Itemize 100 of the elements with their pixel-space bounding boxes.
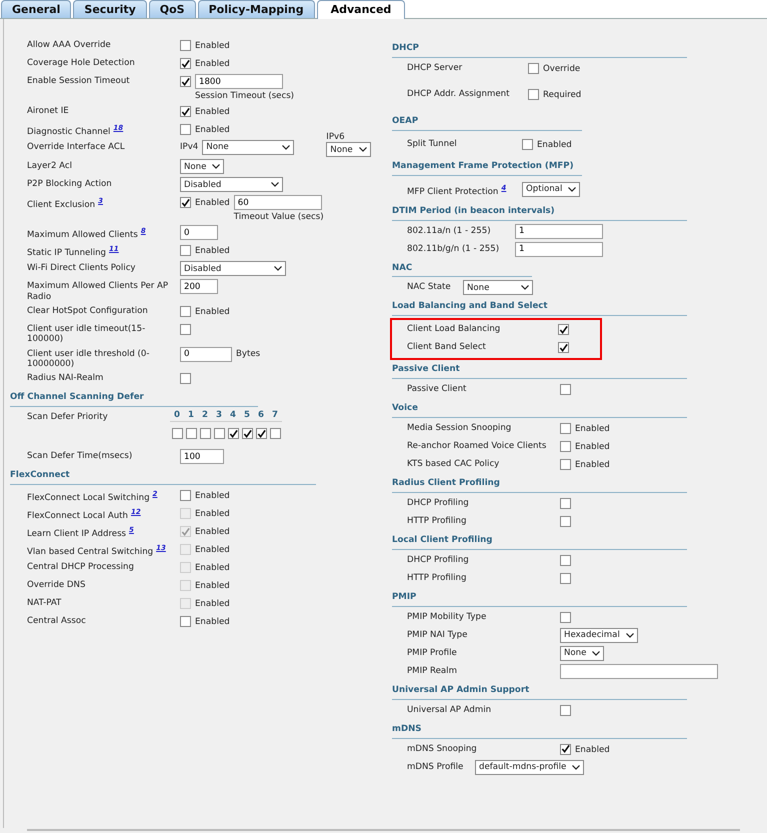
dropdown[interactable]: None — [202, 140, 294, 155]
field-label: Maximum Allowed Clients — [27, 230, 138, 240]
checkbox[interactable] — [560, 612, 571, 623]
checkbox[interactable] — [180, 324, 191, 335]
checkbox[interactable] — [560, 516, 571, 528]
tab[interactable]: General — [1, 0, 72, 18]
field-label: Static IP Tunneling — [27, 248, 106, 258]
field-label: Universal AP Admin — [407, 704, 492, 715]
caret-icon — [568, 186, 576, 192]
checkbox[interactable] — [560, 459, 571, 470]
tab[interactable]: Advanced — [316, 0, 406, 19]
checkbox[interactable] — [522, 138, 533, 150]
checkbox-label: Override — [543, 62, 580, 74]
checkbox[interactable] — [180, 58, 191, 69]
checkbox[interactable] — [214, 428, 224, 440]
caret-icon — [592, 650, 600, 656]
priority-number: 0 — [170, 410, 184, 422]
checkbox[interactable] — [560, 704, 571, 716]
checkbox[interactable] — [558, 342, 569, 354]
checkbox[interactable] — [172, 428, 182, 440]
section-heading: Passive Client — [392, 360, 687, 380]
input-field[interactable]: 1 — [515, 242, 603, 257]
caret-icon — [358, 147, 367, 152]
checkbox[interactable] — [180, 197, 191, 208]
caret-icon — [282, 145, 290, 150]
section-heading: mDNS — [392, 720, 687, 739]
checkbox[interactable] — [180, 373, 191, 384]
checkbox[interactable] — [242, 428, 252, 440]
footnote-link[interactable]: 5 — [129, 526, 134, 534]
checkbox[interactable] — [180, 40, 191, 51]
footnote-link[interactable]: 4 — [501, 184, 506, 192]
checkbox-label: Enabled — [195, 508, 230, 520]
dropdown[interactable]: None — [326, 142, 371, 158]
footnote-link[interactable]: 13 — [156, 544, 166, 552]
input-field[interactable]: 0 — [180, 346, 232, 362]
field-label: Override Interface ACL — [27, 142, 125, 152]
dropdown[interactable]: None — [463, 280, 533, 296]
checkbox[interactable] — [560, 554, 571, 566]
checkbox[interactable] — [270, 428, 280, 440]
dropdown[interactable]: None — [180, 159, 224, 174]
field-label: Client Exclusion — [27, 200, 96, 210]
checkbox-label: Enabled — [195, 124, 230, 136]
dropdown[interactable]: Disabled — [180, 261, 286, 276]
checkbox[interactable] — [256, 428, 266, 440]
checkbox[interactable] — [560, 572, 571, 584]
input-field[interactable] — [560, 664, 718, 679]
dropdown[interactable]: Hexadecimal — [560, 628, 638, 643]
checkbox[interactable] — [180, 616, 191, 628]
checkbox-label: Enabled — [575, 744, 610, 755]
section-heading: DTIM Period (in beacon intervals) — [392, 202, 687, 221]
checkbox[interactable] — [558, 324, 569, 336]
checkbox[interactable] — [560, 423, 571, 434]
dropdown[interactable]: Optional — [522, 182, 580, 197]
checkbox-label: Enabled — [575, 441, 610, 452]
checkbox-label: Enabled — [575, 423, 610, 434]
checkbox[interactable] — [200, 428, 210, 440]
footnote-link[interactable]: 12 — [130, 508, 141, 516]
checkbox[interactable] — [180, 124, 191, 135]
checkbox[interactable] — [180, 245, 191, 256]
footnote-link[interactable]: 11 — [109, 245, 119, 254]
checkbox[interactable] — [560, 498, 571, 510]
tab[interactable]: Security — [73, 0, 147, 18]
checkbox[interactable] — [560, 744, 571, 755]
checkbox[interactable] — [180, 106, 191, 117]
field-label: NAT-PAT — [27, 598, 62, 608]
checkbox-label: Enabled — [195, 544, 230, 556]
checkbox[interactable] — [560, 441, 571, 452]
checkbox[interactable] — [228, 428, 238, 440]
field-label: Maximum Allowed Clients Per AP Radio — [27, 281, 168, 302]
checkbox[interactable] — [528, 62, 539, 74]
field-label: Client user idle timeout(15-100000) — [27, 324, 146, 344]
tab[interactable]: QoS — [148, 0, 196, 18]
field-label: Clear HotSpot Configuration — [27, 306, 148, 316]
input-field[interactable]: 1800 — [195, 74, 283, 89]
caret-icon — [572, 764, 580, 770]
checkbox[interactable] — [186, 428, 196, 440]
input-field[interactable]: 60 — [234, 195, 322, 210]
input-field[interactable]: 200 — [180, 279, 218, 294]
checkbox[interactable] — [560, 384, 571, 396]
dropdown[interactable]: None — [560, 646, 604, 661]
input-field[interactable]: 100 — [180, 449, 224, 464]
footnote-link[interactable]: 18 — [113, 124, 124, 132]
footnote-link[interactable]: 2 — [152, 490, 158, 498]
checkbox[interactable] — [180, 306, 191, 317]
dropdown[interactable]: Disabled — [180, 177, 283, 192]
checkbox[interactable] — [180, 490, 191, 502]
field-label: NAC State — [407, 282, 451, 292]
checkbox[interactable] — [180, 76, 191, 87]
footnote-link[interactable]: 3 — [98, 197, 103, 206]
field-label: Client Load Balancing — [407, 324, 500, 334]
field-label: Learn Client IP Address — [27, 529, 126, 540]
section-heading: FlexConnect — [10, 466, 316, 486]
input-field[interactable]: 0 — [180, 225, 218, 240]
dropdown[interactable]: default-mdns-profile — [475, 760, 584, 775]
tab[interactable]: Policy-Mapping — [198, 0, 315, 18]
footnote-link[interactable]: 8 — [140, 227, 146, 236]
field-caption: IPv6 — [326, 132, 346, 142]
input-field[interactable]: 1 — [515, 224, 603, 239]
field-label: Scan Defer Priority — [27, 412, 108, 422]
checkbox[interactable] — [528, 88, 539, 100]
